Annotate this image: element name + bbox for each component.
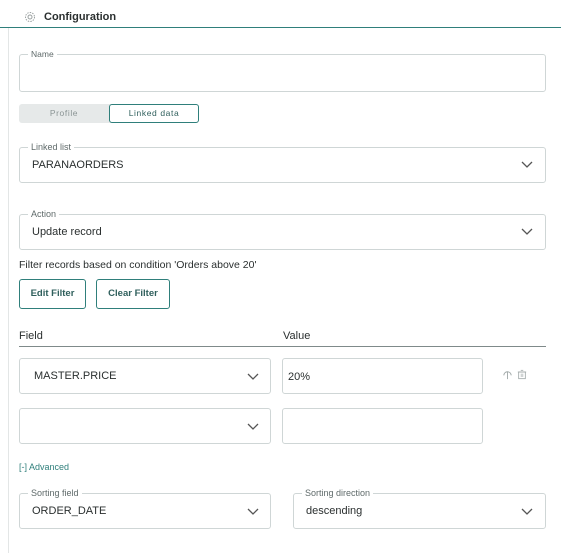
sorting-direction-label: Sorting direction	[302, 487, 374, 499]
action-select[interactable]: Action Update record	[19, 208, 546, 250]
sorting-direction-select[interactable]: Sorting direction descending	[293, 487, 546, 529]
linked-list-value: PARANAORDERS	[32, 159, 124, 171]
chevron-down-icon	[521, 508, 533, 515]
value-column-header: Value	[283, 330, 311, 342]
sorting-field-value: ORDER_DATE	[32, 505, 107, 517]
config-header: Configuration	[0, 0, 561, 28]
sorting-field-select[interactable]: Sorting field ORDER_DATE	[19, 487, 271, 529]
linked-list-label: Linked list	[28, 141, 75, 153]
chevron-down-icon	[247, 373, 259, 380]
advanced-toggle-link[interactable]: [-] Advanced	[19, 462, 69, 472]
filter-description: Filter records based on condition 'Order…	[19, 259, 257, 271]
trash-icon[interactable]	[517, 369, 527, 380]
value-input-row-1[interactable]: 20%	[282, 358, 483, 394]
header-divider	[19, 346, 546, 347]
value-input-row-2[interactable]	[282, 408, 483, 444]
tab-profile[interactable]: Profile	[19, 104, 109, 123]
tab-linked-data[interactable]: Linked data	[109, 104, 199, 123]
edit-filter-button[interactable]: Edit Filter	[19, 279, 86, 309]
page-title: Configuration	[44, 11, 117, 23]
field-select-row-2[interactable]	[19, 408, 271, 444]
value-input-value[interactable]: 20%	[288, 371, 310, 383]
field-column-header: Field	[19, 330, 43, 342]
chevron-down-icon	[247, 508, 259, 515]
name-field[interactable]: Name	[19, 48, 546, 92]
move-up-icon[interactable]	[502, 369, 513, 380]
chevron-down-icon	[521, 228, 533, 235]
clear-filter-button[interactable]: Clear Filter	[96, 279, 170, 309]
sorting-field-label: Sorting field	[28, 487, 82, 499]
field-select-row-1[interactable]: MASTER.PRICE	[19, 358, 271, 394]
name-label: Name	[28, 48, 57, 60]
action-label: Action	[28, 208, 60, 220]
linked-list-select[interactable]: Linked list PARANAORDERS	[19, 141, 546, 183]
profile-linked-toggle: Profile Linked data	[19, 104, 199, 123]
chevron-down-icon	[521, 161, 533, 168]
field-select-value: MASTER.PRICE	[34, 370, 117, 382]
sorting-direction-value: descending	[306, 505, 363, 517]
action-value: Update record	[32, 226, 102, 238]
chevron-down-icon	[247, 423, 259, 430]
gear-icon	[25, 12, 35, 22]
